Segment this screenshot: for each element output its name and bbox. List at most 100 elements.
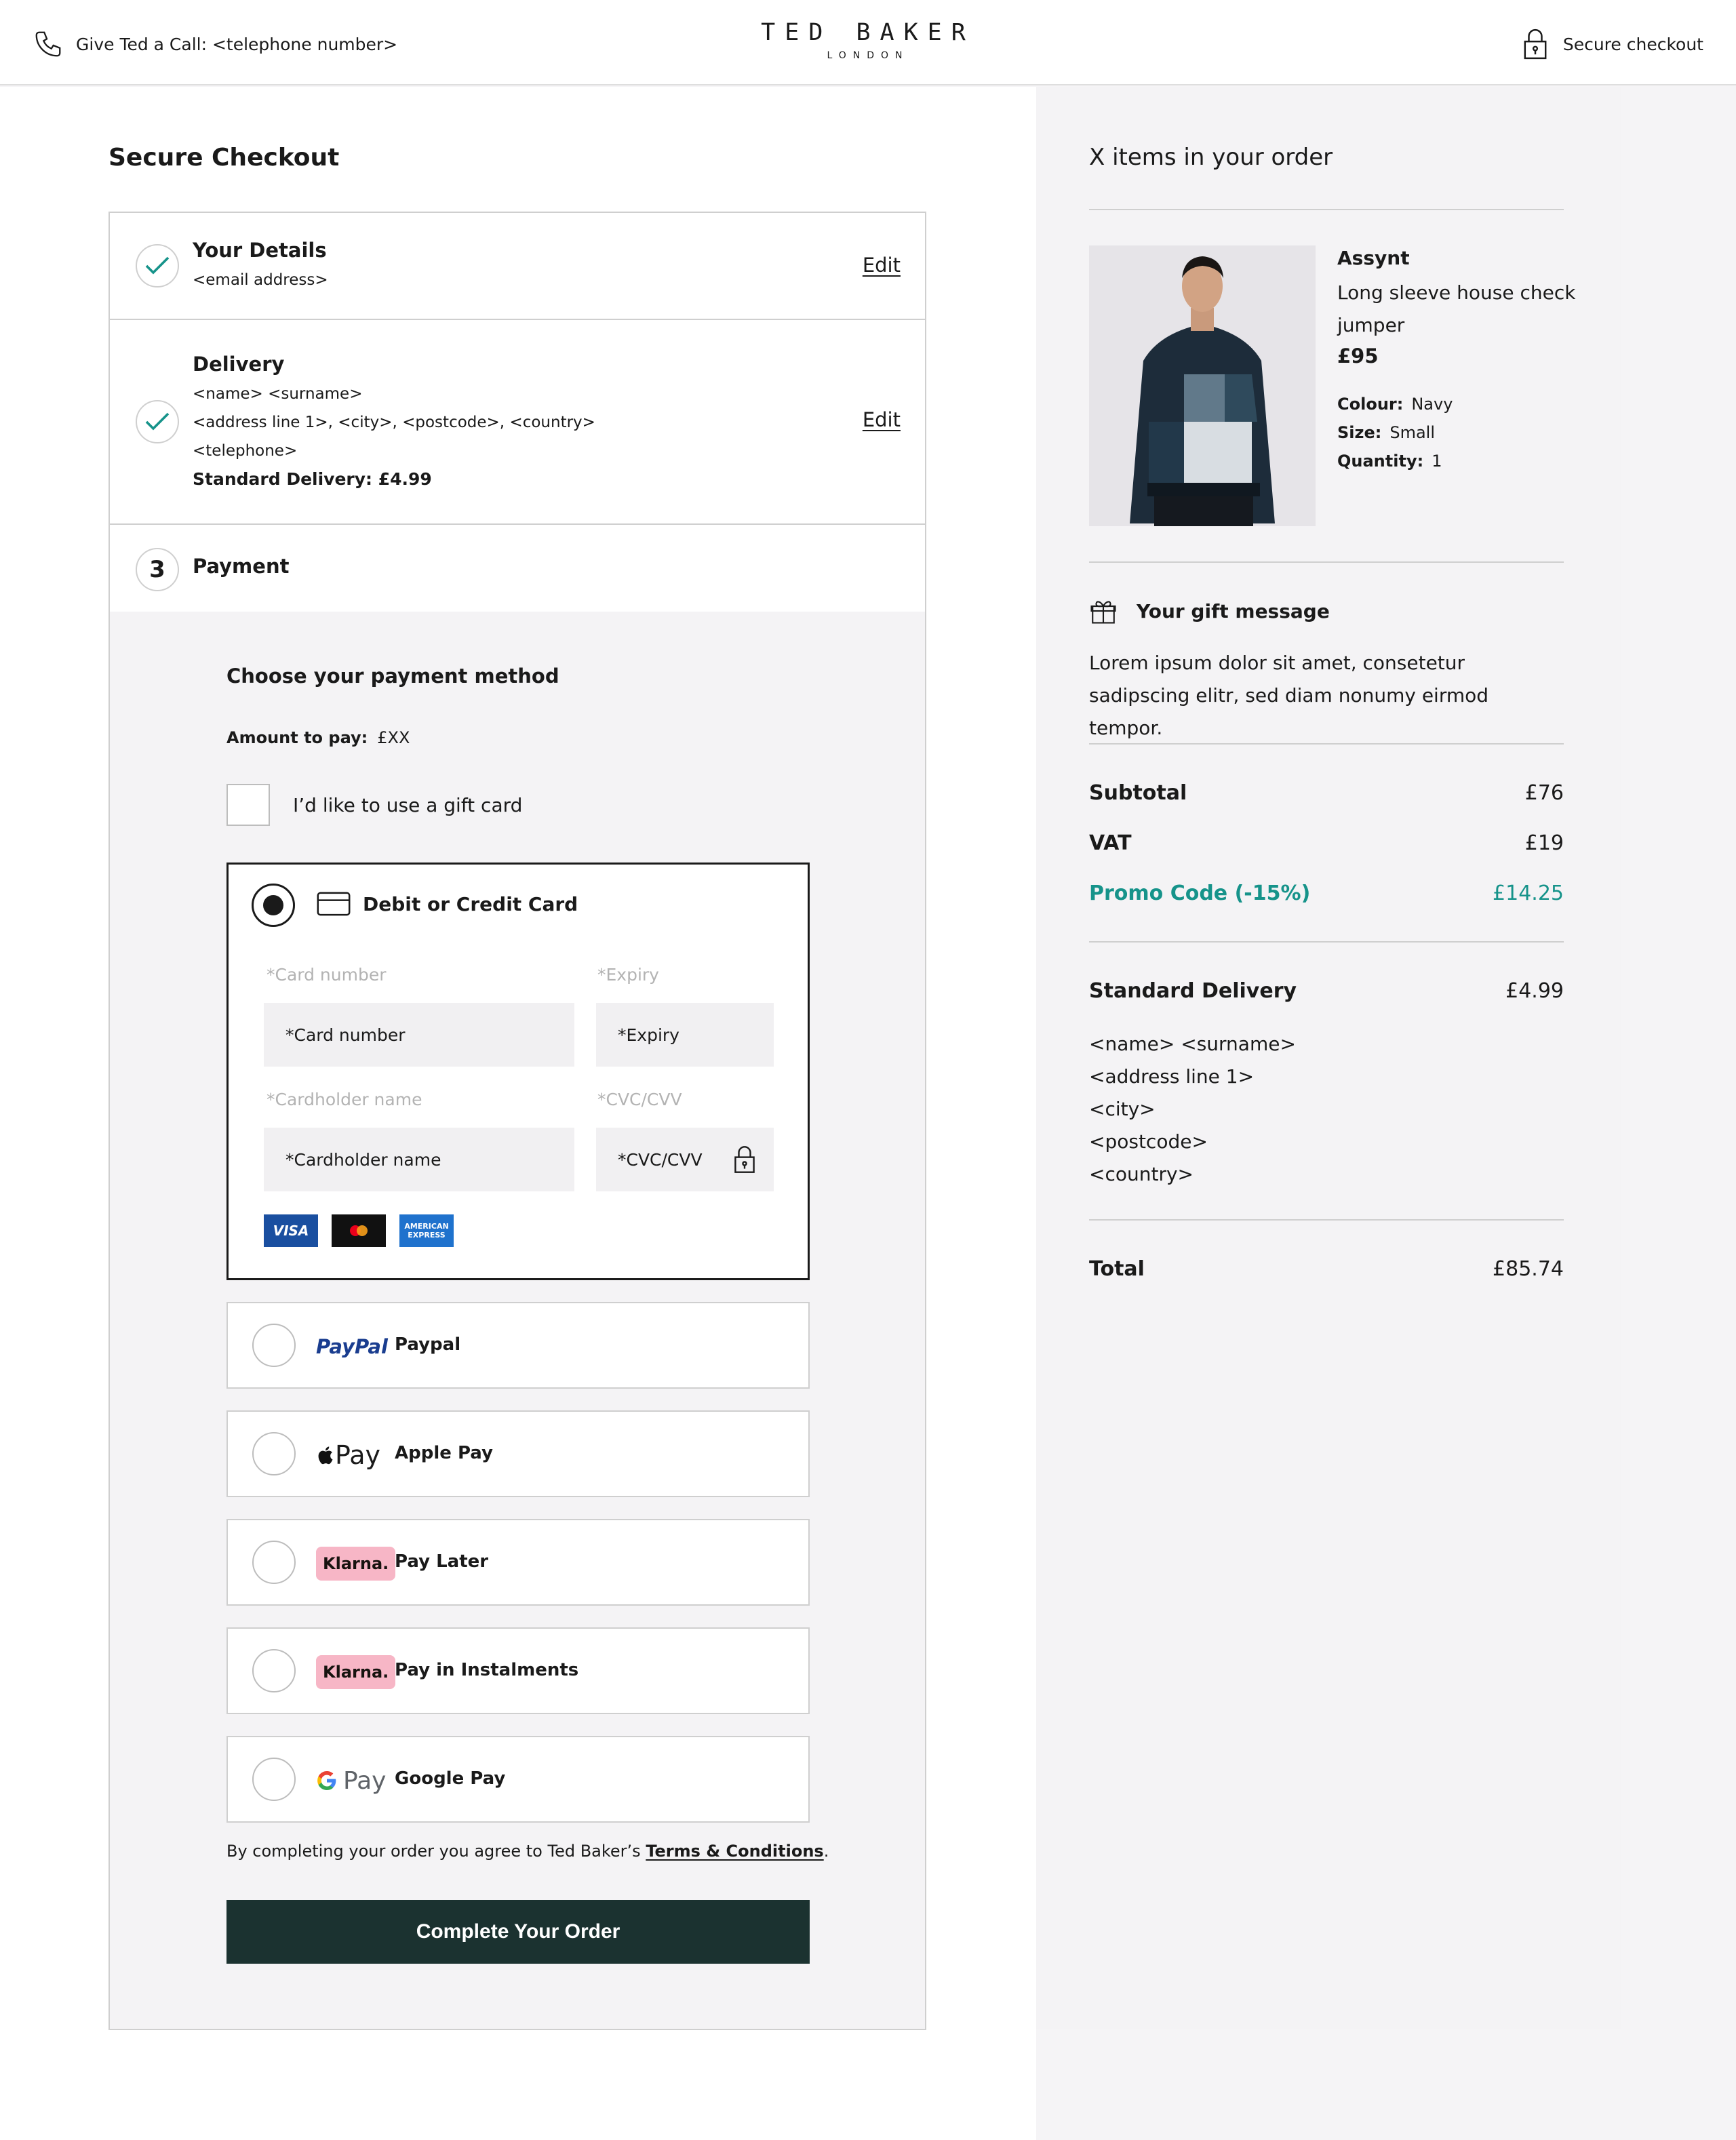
size-label: Size:: [1337, 423, 1382, 442]
delivery-method: Standard Delivery: £4.99: [193, 469, 432, 489]
klarna-logo-text: Klarna.: [316, 1655, 396, 1689]
product-colour: Colour: Navy: [1337, 395, 1453, 414]
apple-pay-radio[interactable]: [252, 1432, 296, 1475]
call-link[interactable]: Give Ted a Call: <telephone number>: [33, 28, 397, 60]
paypal-logo-text: PayPal: [316, 1335, 388, 1358]
cardholder-name-input[interactable]: *Cardholder name: [264, 1128, 574, 1191]
total-row: Total £85.74: [1089, 1257, 1564, 1281]
klarna-pay-later-label: Pay Later: [395, 1551, 489, 1572]
divider: [1089, 941, 1564, 943]
apple-pay-label: Apple Pay: [395, 1443, 493, 1463]
google-pay-option[interactable]: Pay Google Pay: [226, 1736, 810, 1823]
product-image[interactable]: [1089, 245, 1316, 526]
divider: [1089, 743, 1564, 745]
vat-row: VAT £19: [1089, 831, 1564, 855]
promo-row: Promo Code (-15%) £14.25: [1089, 881, 1564, 905]
amount-to-pay: Amount to pay: £XX: [226, 728, 410, 747]
gift-message-text: Lorem ipsum dolor sit amet, consetetur s…: [1089, 652, 1489, 739]
klarna-instalments-label: Pay in Instalments: [395, 1660, 579, 1680]
step-delivery: Delivery <name> <surname> <address line …: [110, 320, 925, 525]
edit-details-link[interactable]: Edit: [863, 254, 901, 277]
apple-icon: [318, 1446, 333, 1465]
quantity-value: 1: [1432, 452, 1442, 471]
klarna-pay-later-option[interactable]: Klarna. Pay Later: [226, 1519, 810, 1606]
amount-value: £XX: [377, 728, 410, 747]
paypal-option[interactable]: PayPal Paypal: [226, 1302, 810, 1389]
klarna-logo-text: Klarna.: [316, 1547, 396, 1581]
amex-text-1: AMERICAN: [404, 1222, 449, 1231]
paypal-radio[interactable]: [252, 1324, 296, 1367]
subtotal-value: £76: [1524, 781, 1564, 805]
lock-icon: [1524, 28, 1547, 60]
card-option-label: Debit or Credit Card: [363, 892, 578, 915]
divider: [1089, 209, 1564, 210]
step-your-details: Your Details <email address> Edit: [110, 213, 925, 320]
complete-order-button[interactable]: Complete Your Order: [226, 1900, 810, 1964]
payment-method-heading: Choose your payment method: [226, 665, 559, 688]
credit-card-icon: [317, 892, 351, 916]
address-city: <city>: [1089, 1098, 1156, 1120]
expiry-input[interactable]: *Expiry: [596, 1003, 774, 1067]
colour-value: Navy: [1411, 395, 1453, 414]
cardholder-name-label: *Cardholder name: [267, 1090, 422, 1109]
expiry-label: *Expiry: [597, 965, 659, 985]
card-number-placeholder: *Card number: [285, 1025, 406, 1045]
divider: [1089, 561, 1564, 563]
edit-delivery-link[interactable]: Edit: [863, 408, 901, 431]
cvc-placeholder: *CVC/CVV: [618, 1149, 703, 1170]
apple-pay-logo-text: Pay: [335, 1440, 380, 1470]
cvc-label: *CVC/CVV: [597, 1090, 682, 1109]
klarna-logo: Klarna.: [316, 1543, 396, 1584]
klarna-instalments-radio[interactable]: [252, 1649, 296, 1692]
lock-icon: [734, 1146, 755, 1173]
gift-card-option[interactable]: I’d like to use a gift card: [226, 784, 522, 826]
ted-baker-logo[interactable]: TED BAKER LONDON: [760, 19, 976, 61]
card-payment-option[interactable]: Debit or Credit Card *Card number *Expir…: [226, 863, 810, 1280]
paypal-logo: PayPal: [316, 1326, 388, 1367]
mastercard-logo: [332, 1214, 386, 1247]
gift-title-text: Your gift message: [1137, 599, 1330, 622]
apple-pay-logo: Pay: [316, 1435, 380, 1475]
card-option-title: Debit or Credit Card: [317, 892, 578, 916]
details-email: <email address>: [193, 271, 328, 289]
phone-icon: [35, 31, 61, 57]
delivery-complete-icon: [136, 400, 179, 443]
gift-card-checkbox[interactable]: [226, 784, 270, 826]
delivery-address-block: <name> <surname> <address line 1> <city>…: [1089, 1028, 1296, 1191]
size-value: Small: [1389, 423, 1436, 442]
google-pay-logo-text: Pay: [343, 1766, 387, 1795]
product-name[interactable]: Assynt: [1337, 247, 1410, 269]
address-line1: <address line 1>: [1089, 1065, 1255, 1088]
klarna-instalments-option[interactable]: Klarna. Pay in Instalments: [226, 1627, 810, 1714]
subtotal-label: Subtotal: [1089, 781, 1187, 805]
address-name: <name> <surname>: [1089, 1033, 1296, 1055]
product-description: Long sleeve house check jumper: [1337, 281, 1576, 336]
expiry-placeholder: *Expiry: [618, 1025, 679, 1045]
cvc-input[interactable]: *CVC/CVV: [596, 1128, 774, 1191]
total-value: £85.74: [1493, 1257, 1564, 1281]
secure-checkout-indicator: Secure checkout: [1522, 28, 1703, 60]
secure-checkout-text: Secure checkout: [1562, 34, 1703, 54]
apple-pay-option[interactable]: Pay Apple Pay: [226, 1410, 810, 1497]
product-quantity: Quantity: 1: [1337, 452, 1442, 471]
payment-title: Payment: [193, 555, 290, 578]
details-complete-icon: [136, 244, 179, 288]
google-pay-radio[interactable]: [252, 1758, 296, 1801]
google-g-icon: [317, 1771, 336, 1790]
call-text: Give Ted a Call: <telephone number>: [76, 34, 398, 54]
visa-text: VISA: [273, 1223, 309, 1239]
address-postcode: <postcode>: [1089, 1130, 1208, 1153]
details-title: Your Details: [193, 239, 327, 262]
delivery-name: <name> <surname>: [193, 385, 363, 403]
card-number-input[interactable]: *Card number: [264, 1003, 574, 1067]
gift-message-heading: Your gift message: [1089, 597, 1330, 625]
site-header: Give Ted a Call: <telephone number> TED …: [0, 0, 1736, 85]
klarna-pay-later-radio[interactable]: [252, 1541, 296, 1584]
vat-label: VAT: [1089, 831, 1132, 855]
terms-link[interactable]: Terms & Conditions: [646, 1842, 823, 1861]
visa-logo: VISA: [264, 1214, 318, 1247]
product-size: Size: Small: [1337, 423, 1435, 442]
delivery-title: Delivery: [193, 353, 285, 376]
step-payment: 3 Payment: [110, 525, 925, 612]
card-radio[interactable]: [252, 884, 295, 927]
